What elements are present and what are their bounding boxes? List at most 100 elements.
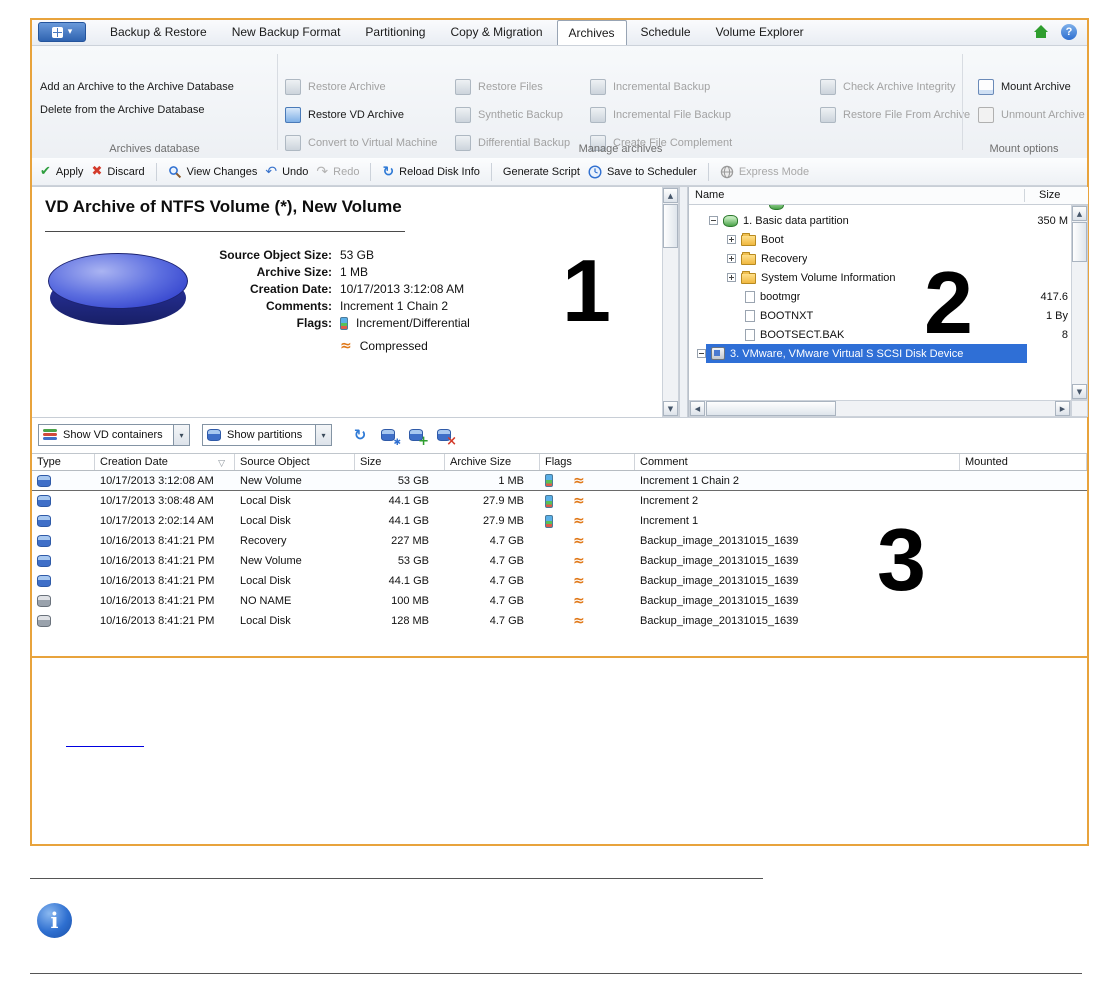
table-row[interactable]: 10/17/2013 2:02:14 AM Local Disk 44.1 GB…	[32, 511, 1087, 531]
scrollbar-thumb[interactable]	[663, 204, 678, 248]
main-menu-button[interactable]	[38, 22, 86, 42]
tree-item-label: BOOTSECT.BAK	[760, 328, 845, 341]
tab-copy-migration[interactable]: Copy & Migration	[439, 22, 553, 43]
unmount-archive-button: Unmount Archive	[978, 106, 1085, 124]
tab-archives[interactable]: Archives	[556, 20, 627, 45]
save-to-scheduler-label: Save to Scheduler	[606, 165, 697, 178]
tree-item-bootmgr[interactable]: bootmgr 417.6	[689, 287, 1071, 306]
column-header-source-object[interactable]: Source Object	[235, 454, 355, 470]
tree-horizontal-scrollbar[interactable]	[689, 400, 1071, 417]
column-header-flags[interactable]: Flags	[540, 454, 635, 470]
column-divider[interactable]	[1024, 189, 1025, 202]
view-changes-icon	[168, 165, 181, 178]
prop-label: Archive Size:	[256, 265, 332, 279]
add-archive-button[interactable]	[406, 425, 426, 445]
table-row[interactable]: 10/16/2013 8:41:21 PM Recovery 227 MB 4.…	[32, 531, 1087, 551]
column-header-mounted[interactable]: Mounted	[960, 454, 1087, 470]
partition-icon	[769, 205, 784, 210]
scroll-down-icon[interactable]	[1072, 384, 1087, 399]
column-header-name[interactable]: Name	[695, 189, 724, 201]
apply-button[interactable]: Apply	[40, 165, 84, 178]
sort-descending-icon	[218, 456, 225, 469]
restore-file-from-archive-icon	[820, 107, 836, 123]
tree-item-bootnxt[interactable]: BOOTNXT 1 By	[689, 306, 1071, 325]
restore-vd-archive-button[interactable]: Restore VD Archive	[285, 106, 437, 124]
scroll-left-icon[interactable]	[690, 401, 705, 416]
help-icon[interactable]	[1061, 24, 1077, 40]
add-archive-to-database-button[interactable]: Add an Archive to the Archive Database	[40, 78, 234, 96]
scroll-up-icon[interactable]	[1072, 206, 1087, 221]
generate-script-label: Generate Script	[502, 165, 580, 178]
new-archive-button[interactable]	[378, 425, 398, 445]
dropdown-value: Show VD containers	[63, 429, 163, 441]
discard-button[interactable]: Discard	[91, 165, 144, 178]
tree-item-basic-data-partition[interactable]: 1. Basic data partition 350 M	[689, 211, 1071, 230]
scrollbar-thumb[interactable]	[1072, 222, 1087, 262]
tab-volume-explorer[interactable]: Volume Explorer	[705, 22, 815, 43]
tree-item-boot[interactable]: Boot	[689, 230, 1071, 249]
tree-item-bootsect-bak[interactable]: BOOTSECT.BAK 8	[689, 325, 1071, 344]
reload-disk-info-button[interactable]: Reload Disk Info	[382, 165, 480, 179]
scrollbar-corner	[1071, 400, 1088, 417]
tab-partitioning[interactable]: Partitioning	[354, 22, 436, 43]
archive-title: VD Archive of NTFS Volume (*), New Volum…	[45, 197, 402, 216]
callout-2: 2	[924, 253, 973, 352]
table-row[interactable]: 10/17/2013 3:12:08 AM New Volume 53 GB 1…	[32, 471, 1087, 491]
tree-vertical-scrollbar[interactable]	[1071, 205, 1088, 400]
delete-from-database-button[interactable]: Delete from the Archive Database	[40, 101, 204, 119]
column-header-archive-size[interactable]: Archive Size	[445, 454, 540, 470]
archive-icon	[37, 575, 51, 587]
save-to-scheduler-button[interactable]: Save to Scheduler	[588, 164, 697, 179]
collapse-icon[interactable]	[697, 349, 706, 358]
expand-icon[interactable]	[727, 254, 736, 263]
generate-script-button[interactable]: Generate Script	[503, 166, 580, 178]
document-link[interactable]	[66, 732, 144, 747]
partition-disk-icon	[207, 429, 221, 441]
view-changes-button[interactable]: View Changes	[168, 165, 257, 179]
tree-item-recovery[interactable]: Recovery	[689, 249, 1071, 268]
main-area: VD Archive of NTFS Volume (*), New Volum…	[32, 186, 1088, 418]
collapse-icon[interactable]	[709, 216, 718, 225]
chevron-down-icon	[315, 425, 331, 445]
refresh-button[interactable]	[350, 425, 370, 445]
table-row[interactable]: 10/17/2013 3:08:48 AM Local Disk 44.1 GB…	[32, 491, 1087, 511]
undo-icon	[265, 165, 277, 179]
synthetic-backup-icon	[455, 107, 471, 123]
redo-icon	[316, 165, 328, 179]
details-vertical-scrollbar[interactable]	[662, 187, 679, 417]
column-header-creation-date[interactable]: Creation Date	[95, 454, 235, 470]
synthetic-backup-button: Synthetic Backup	[455, 106, 570, 124]
vd-containers-filter-dropdown[interactable]: Show VD containers	[38, 424, 190, 446]
scroll-right-icon[interactable]	[1055, 401, 1070, 416]
column-header-size[interactable]: Size	[355, 454, 445, 470]
tab-schedule[interactable]: Schedule	[630, 22, 702, 43]
expand-icon[interactable]	[727, 235, 736, 244]
tree-item-vmware-disk-selected[interactable]: 3. VMware, VMware Virtual S SCSI Disk De…	[689, 344, 1071, 363]
redo-label: Redo	[333, 165, 360, 178]
partitions-filter-dropdown[interactable]: Show partitions	[202, 424, 332, 446]
panel-splitter[interactable]	[679, 187, 688, 417]
scroll-down-icon[interactable]	[663, 401, 678, 416]
undo-button[interactable]: Undo	[265, 165, 308, 179]
column-header-comment[interactable]: Comment	[635, 454, 960, 470]
table-row[interactable]: 10/16/2013 8:41:21 PM New Volume 53 GB 4…	[32, 551, 1087, 571]
archive-gray-icon	[37, 595, 51, 607]
table-row[interactable]: 10/16/2013 8:41:21 PM NO NAME 100 MB 4.7…	[32, 591, 1087, 611]
prop-value: 53 GB	[340, 248, 375, 262]
table-row[interactable]: 10/16/2013 8:41:21 PM Local Disk 44.1 GB…	[32, 571, 1087, 591]
tab-backup-restore[interactable]: Backup & Restore	[99, 22, 218, 43]
partition-icon	[723, 214, 738, 227]
tab-new-backup-format[interactable]: New Backup Format	[221, 22, 352, 43]
expand-icon[interactable]	[727, 273, 736, 282]
prop-label: Flags:	[296, 316, 332, 330]
archive-icon	[37, 515, 51, 527]
column-header-size[interactable]: Size	[1039, 189, 1060, 201]
delete-archive-button[interactable]	[434, 425, 454, 445]
mount-archive-button[interactable]: Mount Archive	[978, 78, 1085, 96]
column-header-type[interactable]: Type	[32, 454, 95, 470]
scrollbar-thumb[interactable]	[706, 401, 836, 416]
tree-item-system-volume-information[interactable]: System Volume Information	[689, 268, 1071, 287]
home-icon[interactable]	[1034, 25, 1049, 39]
scroll-up-icon[interactable]	[663, 188, 678, 203]
table-row[interactable]: 10/16/2013 8:41:21 PM Local Disk 128 MB …	[32, 611, 1087, 631]
